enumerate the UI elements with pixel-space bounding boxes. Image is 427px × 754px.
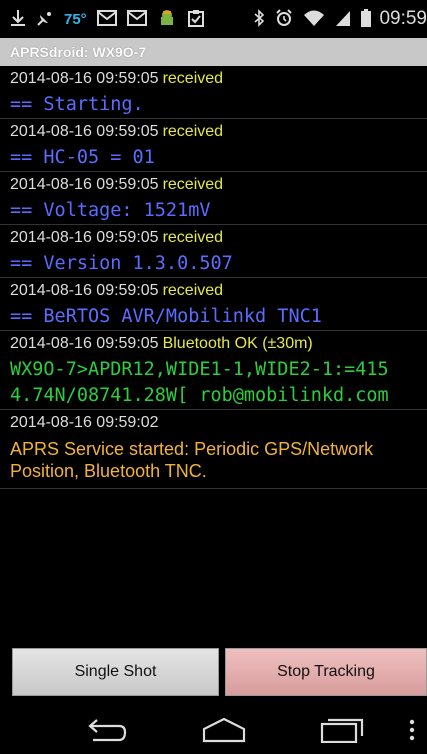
wifi-icon — [303, 9, 325, 30]
clipboard-check-icon — [187, 9, 205, 30]
entry-message-line1: WX9O-7>APDR12,WIDE1-1,WIDE2-1:=415 — [10, 359, 389, 380]
app-title-bar: APRSdroid: WX9O-7 — [0, 38, 427, 66]
entry-message-line2: 4.74N/08741.28W[ rob@mobilinkd.com — [10, 385, 389, 406]
log-entry[interactable]: 2014-08-16 09:59:05 Bluetooth OK (±30m) W… — [0, 331, 427, 410]
entry-timestamp: 2014-08-16 09:59:05 — [10, 123, 159, 140]
entry-type: received — [162, 282, 224, 299]
entry-timestamp: 2014-08-16 09:59:05 — [10, 70, 159, 87]
entry-type: received — [162, 176, 224, 193]
bluetooth-icon — [253, 8, 265, 30]
download-icon — [10, 9, 26, 30]
status-right: 09:59 — [253, 0, 427, 38]
log-entry[interactable]: 2014-08-16 09:59:05 received == Version 1… — [0, 225, 427, 278]
single-shot-button[interactable]: Single Shot — [12, 648, 219, 696]
log-entry[interactable]: 2014-08-16 09:59:02 APRS Service started… — [0, 410, 427, 489]
recent-apps-icon[interactable] — [318, 714, 366, 746]
entry-message: APRS Service started: Periodic GPS/Netwo… — [10, 439, 374, 481]
temperature-label: 75° — [64, 10, 87, 28]
entry-type: received — [162, 229, 224, 246]
home-icon[interactable] — [200, 714, 248, 746]
button-row: Single Shot Stop Tracking — [0, 648, 427, 700]
entry-timestamp: 2014-08-16 09:59:05 — [10, 176, 159, 193]
entry-message: == BeRTOS AVR/Mobilinkd TNC1 — [10, 306, 322, 327]
navigation-bar — [0, 706, 427, 754]
entry-message: == Starting. — [10, 94, 144, 115]
entry-message: == Voltage: 1521mV — [10, 200, 211, 221]
entry-type: received — [162, 123, 224, 140]
entry-message: == Version 1.3.0.507 — [10, 253, 233, 274]
app-title: APRSdroid: WX9O-7 — [10, 44, 147, 60]
stop-tracking-button[interactable]: Stop Tracking — [225, 648, 427, 696]
menu-icon[interactable] — [404, 714, 420, 746]
log-entry[interactable]: 2014-08-16 09:59:05 received == Voltage: … — [0, 172, 427, 225]
mail-icon — [96, 9, 117, 29]
battery-icon — [361, 8, 372, 30]
mail-icon — [126, 9, 147, 29]
entry-timestamp: 2014-08-16 09:59:05 — [10, 335, 159, 352]
entry-timestamp: 2014-08-16 09:59:05 — [10, 229, 159, 246]
entry-type: received — [162, 70, 224, 87]
log-list[interactable]: 2014-08-16 09:59:05 received == Starting.… — [0, 66, 427, 489]
log-entry[interactable]: 2014-08-16 09:59:05 received == BeRTOS AV… — [0, 278, 427, 331]
entry-timestamp: 2014-08-16 09:59:05 — [10, 282, 159, 299]
android-icon — [157, 8, 177, 31]
alarm-icon — [275, 8, 293, 30]
status-time: 09:59 — [379, 8, 427, 29]
entry-timestamp: 2014-08-16 09:59:02 — [10, 414, 159, 431]
back-icon[interactable] — [84, 714, 128, 746]
entry-type: Bluetooth OK (±30m) — [162, 335, 313, 352]
log-entry[interactable]: 2014-08-16 09:59:05 received == HC-05 = 0… — [0, 119, 427, 172]
log-entry[interactable]: 2014-08-16 09:59:05 received == Starting. — [0, 66, 427, 119]
signal-icon — [335, 9, 351, 30]
entry-message: == HC-05 = 01 — [10, 147, 155, 168]
satellite-icon — [36, 9, 54, 30]
status-bar: 75° 09:59 — [0, 0, 427, 38]
